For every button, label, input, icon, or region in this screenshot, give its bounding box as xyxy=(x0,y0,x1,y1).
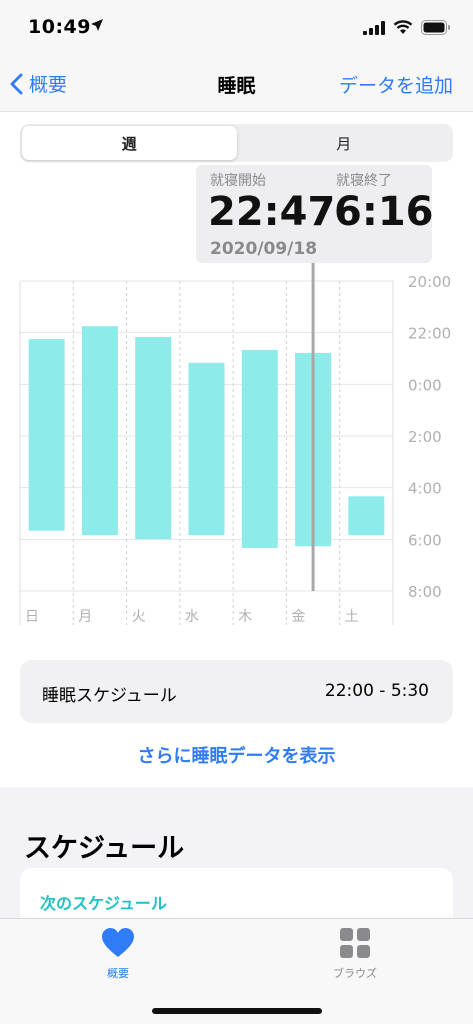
signal-icon xyxy=(363,20,385,35)
y-tick-label: 22:00 xyxy=(408,325,451,343)
status-time: 10:49 xyxy=(28,16,91,38)
schedule-section-title: スケジュール xyxy=(24,833,185,864)
x-category-label: 金 xyxy=(291,609,305,625)
x-category-label: 火 xyxy=(132,609,146,625)
bedtime-end-value: 6:16 xyxy=(334,189,434,235)
selection-date: 2020/09/18 xyxy=(210,239,318,259)
sleep-bar xyxy=(241,349,278,548)
x-category-label: 月 xyxy=(78,609,92,625)
status-bar: 10:49 xyxy=(0,0,473,56)
sleep-bar xyxy=(81,326,118,536)
y-tick-label: 4:00 xyxy=(408,480,442,498)
sleep-bar xyxy=(348,496,385,536)
tab-browse[interactable]: ブラウズ xyxy=(295,927,415,981)
x-category-label: 土 xyxy=(345,609,359,625)
heart-icon xyxy=(102,928,134,957)
next-schedule-label: 次のスケジュール xyxy=(40,894,167,913)
selection-tooltip: 就寝開始 22:47 就寝終了 6:16 2020/09/18 xyxy=(196,165,434,263)
status-indicators xyxy=(363,20,451,35)
sleep-schedule-card[interactable]: 睡眠スケジュール 22:00 - 5:30 xyxy=(20,660,453,723)
y-tick-label: 8:00 xyxy=(408,583,442,601)
segment-week[interactable]: 週 xyxy=(22,126,237,160)
bedtime-start-label: 就寝開始 xyxy=(210,173,266,189)
sleep-schedule-label: 睡眠スケジュール xyxy=(42,686,177,706)
grid-icon xyxy=(340,928,370,958)
sleep-bar xyxy=(188,362,225,536)
bedtime-end-label: 就寝終了 xyxy=(336,173,392,189)
sleep-bar xyxy=(135,336,172,540)
x-category-label: 日 xyxy=(25,609,39,625)
battery-icon xyxy=(421,20,450,35)
navigation-bar: 概要 睡眠 データを追加 xyxy=(0,56,473,112)
y-tick-label: 0:00 xyxy=(408,376,442,394)
x-category-label: 木 xyxy=(238,609,252,625)
tab-summary-label: 概要 xyxy=(107,967,129,980)
bedtime-start-value: 22:47 xyxy=(208,189,336,235)
x-category-label: 水 xyxy=(185,609,199,625)
wifi-icon xyxy=(393,20,413,34)
period-segmented-control: 週 月 xyxy=(20,124,453,162)
sleep-schedule-time: 22:00 - 5:30 xyxy=(324,681,429,701)
location-arrow-icon xyxy=(91,19,103,31)
tab-summary[interactable]: 概要 xyxy=(58,927,178,981)
y-tick-label: 2:00 xyxy=(408,428,442,446)
show-more-sleep-data-link[interactable]: さらに睡眠データを表示 xyxy=(0,742,473,768)
segment-month[interactable]: 月 xyxy=(237,126,452,160)
y-tick-label: 6:00 xyxy=(408,531,442,549)
add-data-button[interactable]: データを追加 xyxy=(339,71,453,98)
y-tick-label: 20:00 xyxy=(408,273,451,291)
home-indicator xyxy=(152,1008,322,1014)
tab-browse-label: ブラウズ xyxy=(333,967,377,980)
sleep-bar xyxy=(28,339,65,531)
